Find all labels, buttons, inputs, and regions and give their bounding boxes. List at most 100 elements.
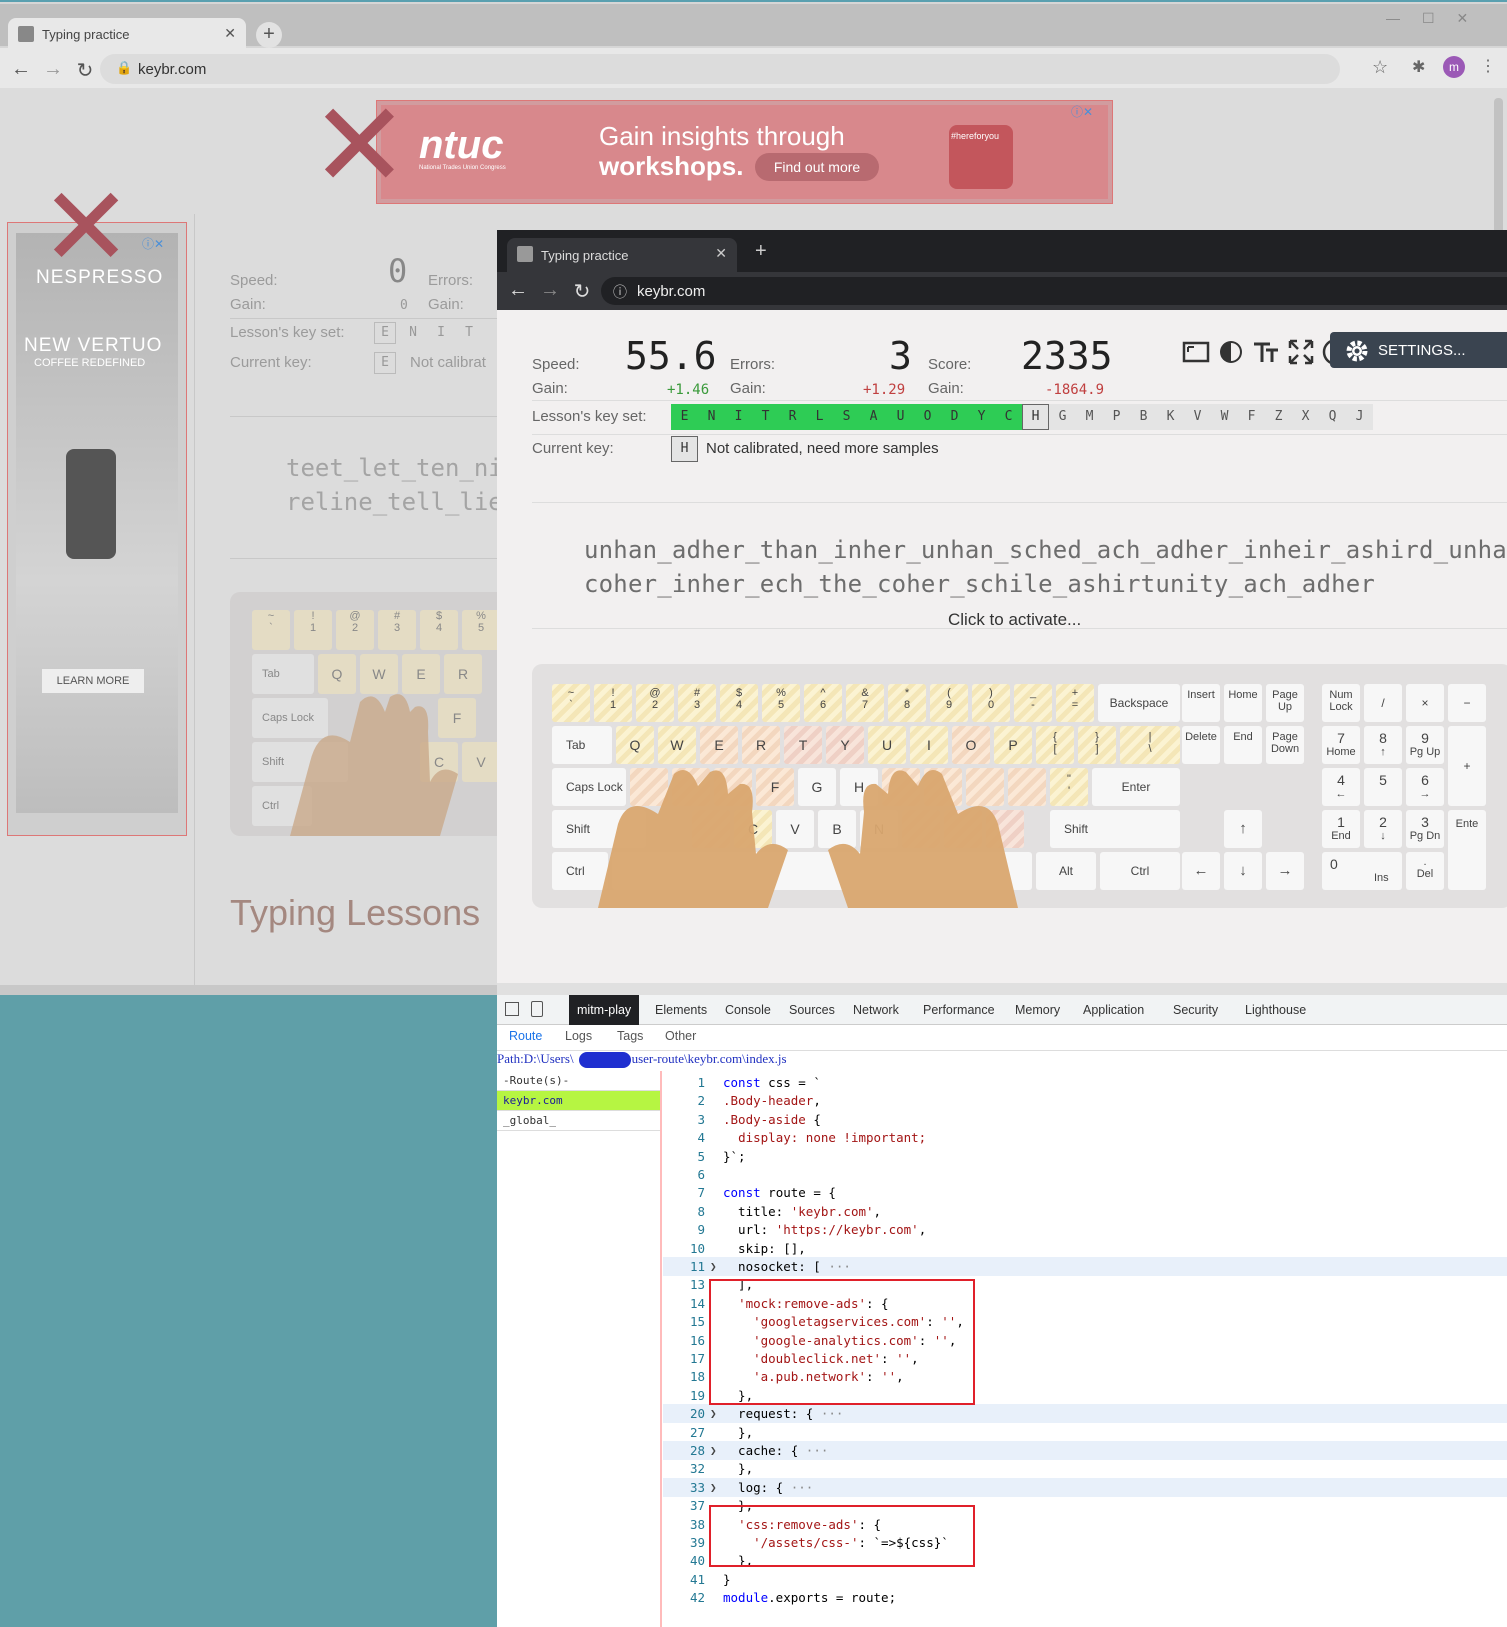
forward-arrow-icon[interactable]: → [42,58,64,81]
subtab-tags[interactable]: Tags [617,1029,643,1043]
fullscreen-view-icon[interactable] [1182,338,1210,366]
horizontal-scrollbar[interactable] [497,983,1507,995]
menu-dots-icon[interactable]: ⋮ [1480,56,1496,76]
keyboard-key: (9 [930,684,968,722]
subtab-other[interactable]: Other [665,1029,696,1043]
reload-icon[interactable]: ↻ [571,279,593,304]
text-size-icon[interactable] [1252,338,1280,366]
lesson-key: J [1346,404,1373,430]
numpad-key: 3 Pg Dn [1406,810,1444,848]
line-number: 2 [697,1093,705,1109]
insert-key: Insert [1182,684,1220,722]
lesson-key: V [1184,404,1211,430]
lesson-key: P [1103,404,1130,430]
route-item-keybr[interactable]: keybr.com [497,1091,660,1111]
horizontal-scrollbar[interactable] [0,985,500,995]
expand-icon[interactable] [1287,338,1315,366]
tab-performance[interactable]: Performance [915,995,1003,1025]
keyboard-key: % 5 [462,610,500,650]
numpad-key: 6 → [1406,768,1444,806]
profile-avatar[interactable]: m [1443,56,1465,78]
gain-value: 0 [400,298,408,313]
subtab-logs[interactable]: Logs [565,1029,592,1043]
route-file-path: Path:D:\Users\ user-route\keybr.com\index… [497,1051,1507,1071]
tab-network[interactable]: Network [845,995,907,1025]
arrow-right-key: → [1266,852,1304,890]
lesson-key: S [833,404,860,430]
tab-security[interactable]: Security [1165,995,1226,1025]
back-arrow-icon[interactable]: ← [507,279,529,302]
keybr-page: Speed: 55.6 Gain: +1.46 Errors: 3 Gain: … [497,310,1507,995]
browser-tab[interactable]: Typing practice ✕ [507,238,737,272]
device-toolbar-icon[interactable] [531,1001,543,1017]
ad-choices-icon[interactable]: ⓘ✕ [1071,103,1093,120]
fold-chevron-icon[interactable]: ❯ [710,1478,717,1497]
current-key-label: Current key: [532,440,614,457]
settings-button[interactable]: SETTINGS... [1330,332,1507,368]
new-tab-button[interactable]: + [256,22,282,48]
keyboard-key: + = [1056,684,1094,722]
tab-mitm-play[interactable]: mitm-play [569,995,640,1025]
code-line: 2 .Body-header, [663,1091,1507,1110]
window-controls[interactable]: —☐✕ [1386,10,1490,27]
url-field[interactable]: 🔒 keybr.com [100,54,1340,84]
info-icon: ⓘ [613,284,627,300]
browser-tab[interactable]: Typing practice ✕ [8,18,246,50]
lesson-key: O [914,404,941,430]
lesson-key: D [941,404,968,430]
keyboard-key: ~ ` [252,610,290,650]
current-key: H [671,436,698,462]
code-text: const css = ` [723,1075,821,1090]
code-text: }`; [723,1148,746,1164]
code-text: url: 'https://keybr.com', [723,1222,927,1238]
fold-chevron-icon[interactable]: ❯ [710,1404,717,1423]
lesson-key: X [1292,404,1319,430]
tab-console[interactable]: Console [717,995,779,1025]
star-icon[interactable]: ☆ [1372,57,1388,78]
back-arrow-icon[interactable]: ← [10,58,32,81]
cross-mark-icon: ✕ [310,76,409,214]
errors-value: 3 [889,334,912,378]
tab-lighthouse[interactable]: Lighthouse [1237,995,1314,1025]
numpad-plus-key: + [1448,726,1486,806]
fold-chevron-icon[interactable]: ❯ [710,1257,717,1276]
keyboard-key: " ' [1050,768,1088,806]
new-tab-icon[interactable]: + [755,240,767,263]
tab-elements[interactable]: Elements [647,995,715,1025]
virtual-keyboard: ~ ` ! 1 @2 #3 $4 % 5 ^ 6 & 7 * 8 (9 ) 0 _ - + = B… [532,664,1507,908]
forward-arrow-icon[interactable]: → [539,279,561,302]
foreground-browser-window: Typing practice ✕ + ← → ↻ ⓘ keybr.com Sp… [497,230,1507,995]
line-number: 7 [697,1185,705,1201]
side-banner-ad[interactable]: NESPRESSO NEW VERTUO COFFEE REDEFINED LE… [7,222,187,836]
route-item-global[interactable]: _global_ [497,1111,660,1131]
practice-text-area[interactable]: unhan_adher_than_inher_unhan_sched_ach_a… [532,520,1507,640]
fold-chevron-icon[interactable]: ❯ [710,1441,717,1460]
numpad-key: 4 ← [1322,768,1360,806]
ad-choices-icon[interactable]: ⓘ✕ [142,235,164,252]
extensions-icon[interactable]: ✱ [1412,57,1425,77]
keyboard-key: & 7 [846,684,884,722]
tab-memory[interactable]: Memory [1007,995,1068,1025]
close-tab-icon[interactable]: ✕ [715,245,727,262]
ad-cta-button[interactable]: Find out more [755,153,879,181]
url-text: keybr.com [138,60,207,78]
close-tab-icon[interactable]: ✕ [224,25,236,42]
top-banner-ad[interactable]: ntuc National Trades Union Congress Gain… [376,100,1113,204]
subtab-route[interactable]: Route [509,1029,542,1043]
numpad-key: 9 Pg Up [1406,726,1444,764]
tab-sources[interactable]: Sources [781,995,843,1025]
tab-application[interactable]: Application [1075,995,1152,1025]
line-number: 10 [689,1240,705,1256]
lesson-key: A [860,404,887,430]
theme-icon[interactable] [1217,338,1245,366]
ad-cta-button[interactable]: LEARN MORE [42,669,144,693]
click-to-activate[interactable]: Click to activate... [948,610,1081,630]
speed-label: Speed: [532,356,580,373]
address-bar-row: ← → ↻ ⓘ keybr.com [497,272,1507,310]
score-gain: -1864.9 [1045,382,1105,398]
reload-icon[interactable]: ↻ [74,58,96,83]
inspect-element-icon[interactable] [505,1002,519,1016]
score-label: Score: [928,356,972,373]
keyboard-key: #3 [678,684,716,722]
url-field[interactable]: ⓘ keybr.com [601,277,1507,305]
